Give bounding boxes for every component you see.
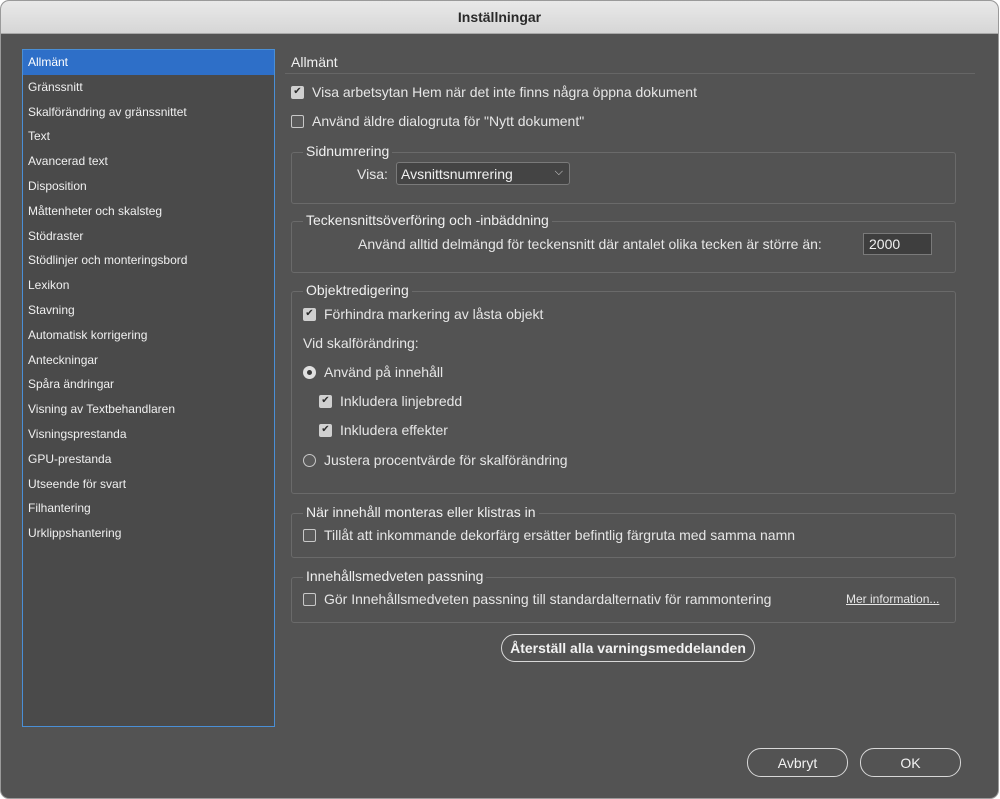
default-fit-checkbox[interactable] xyxy=(303,592,316,606)
default-fit-option[interactable]: Gör Innehållsmedveten passning till stan… xyxy=(303,591,771,607)
sidebar-item-units[interactable]: Måttenheter och skalsteg xyxy=(23,199,274,224)
show-home-checkbox[interactable]: ✔ xyxy=(291,85,304,99)
adjust-percent-radio[interactable] xyxy=(303,453,316,467)
sidebar-item-story-editor[interactable]: Visning av Textbehandlaren xyxy=(23,397,274,422)
allow-swatch-option[interactable]: Tillåt att inkommande dekorfärg ersätter… xyxy=(303,527,795,543)
page-numbering-title: Sidnumrering xyxy=(303,143,393,159)
include-effects-option[interactable]: ✔ Inkludera effekter xyxy=(319,422,448,438)
sidebar-item-grids[interactable]: Stödraster xyxy=(23,224,274,249)
chevron-down-icon: ⌵ xyxy=(554,166,563,178)
sidebar-item-display-performance[interactable]: Visningsprestanda xyxy=(23,422,274,447)
font-embedding-title: Teckensnittsöverföring och -inbäddning xyxy=(303,212,552,228)
include-stroke-checkbox[interactable]: ✔ xyxy=(319,394,332,408)
sidebar-item-text[interactable]: Text xyxy=(23,124,274,149)
paste-title: När innehåll monteras eller klistras in xyxy=(303,504,539,520)
object-editing-title: Objektredigering xyxy=(303,282,412,298)
sidebar-item-appearance-black[interactable]: Utseende för svart xyxy=(23,472,274,497)
scaling-label: Vid skalförändring: xyxy=(303,335,419,351)
apply-content-label: Använd på innehåll xyxy=(324,364,444,380)
page-numbering-select[interactable]: Avsnittsnumrering ⌵ xyxy=(396,162,570,185)
sidebar-item-granssnitt[interactable]: Gränssnitt xyxy=(23,75,274,100)
apply-content-radio[interactable] xyxy=(303,365,316,379)
allow-swatch-checkbox[interactable] xyxy=(303,528,316,542)
sidebar-item-clipboard[interactable]: Urklippshantering xyxy=(23,521,274,546)
sidebar-item-file-handling[interactable]: Filhantering xyxy=(23,496,274,521)
include-effects-label: Inkludera effekter xyxy=(340,422,448,438)
preferences-dialog: Inställningar Allmänt Gränssnitt Skalför… xyxy=(1,1,998,798)
sidebar-item-notes[interactable]: Anteckningar xyxy=(23,348,274,373)
window-title: Inställningar xyxy=(457,9,542,25)
sidebar-item-dictionary[interactable]: Lexikon xyxy=(23,273,274,298)
include-stroke-label: Inkludera linjebredd xyxy=(340,393,463,409)
legacy-dialog-checkbox[interactable] xyxy=(291,114,304,128)
page-numbering-group xyxy=(291,152,956,204)
sidebar-item-gpu-performance[interactable]: GPU-prestanda xyxy=(23,447,274,472)
view-label: Visa: xyxy=(357,166,388,182)
sidebar: Allmänt Gränssnitt Skalförändring av grä… xyxy=(22,49,275,727)
show-home-label: Visa arbetsytan Hem när det inte finns n… xyxy=(312,84,697,100)
show-home-option[interactable]: ✔ Visa arbetsytan Hem när det inte finns… xyxy=(291,84,697,100)
prevent-locked-option[interactable]: ✔ Förhindra markering av låsta objekt xyxy=(303,306,543,322)
legacy-dialog-option[interactable]: Använd äldre dialogruta för "Nytt dokume… xyxy=(291,113,584,129)
page-title: Allmänt xyxy=(291,54,338,70)
sidebar-item-advanced-text[interactable]: Avancerad text xyxy=(23,149,274,174)
apply-content-option[interactable]: Använd på innehåll xyxy=(303,364,443,380)
sidebar-item-guides[interactable]: Stödlinjer och monteringsbord xyxy=(23,248,274,273)
sidebar-item-spelling[interactable]: Stavning xyxy=(23,298,274,323)
page-numbering-value: Avsnittsnumrering xyxy=(401,165,513,182)
subset-label: Använd alltid delmängd för teckensnitt d… xyxy=(358,236,822,252)
cancel-button[interactable]: Avbryt xyxy=(747,748,848,777)
adjust-percent-option[interactable]: Justera procentvärde för skalförändring xyxy=(303,452,568,468)
ok-button[interactable]: OK xyxy=(860,748,961,777)
sidebar-item-track-changes[interactable]: Spåra ändringar xyxy=(23,372,274,397)
more-info-link[interactable]: Mer information... xyxy=(846,592,939,606)
sidebar-item-composition[interactable]: Disposition xyxy=(23,174,274,199)
subset-threshold-field[interactable]: 2000 xyxy=(863,233,932,255)
legacy-dialog-label: Använd äldre dialogruta för "Nytt dokume… xyxy=(312,113,585,129)
sidebar-item-allmant[interactable]: Allmänt xyxy=(23,50,274,75)
adjust-percent-label: Justera procentvärde för skalförändring xyxy=(324,452,568,468)
title-bar: Inställningar xyxy=(1,1,998,34)
prevent-locked-label: Förhindra markering av låsta objekt xyxy=(324,306,544,322)
title-divider xyxy=(285,73,975,74)
include-effects-checkbox[interactable]: ✔ xyxy=(319,423,332,437)
sidebar-item-interface-scaling[interactable]: Skalförändring av gränssnittet xyxy=(23,100,274,125)
sidebar-item-autocorrect[interactable]: Automatisk korrigering xyxy=(23,323,274,348)
content-aware-title: Innehållsmedveten passning xyxy=(303,568,487,584)
default-fit-label: Gör Innehållsmedveten passning till stan… xyxy=(324,591,772,607)
prevent-locked-checkbox[interactable]: ✔ xyxy=(303,307,316,321)
include-stroke-option[interactable]: ✔ Inkludera linjebredd xyxy=(319,393,462,409)
reset-warnings-button[interactable]: Återställ alla varningsmeddelanden xyxy=(501,634,755,662)
allow-swatch-label: Tillåt att inkommande dekorfärg ersätter… xyxy=(324,527,796,543)
